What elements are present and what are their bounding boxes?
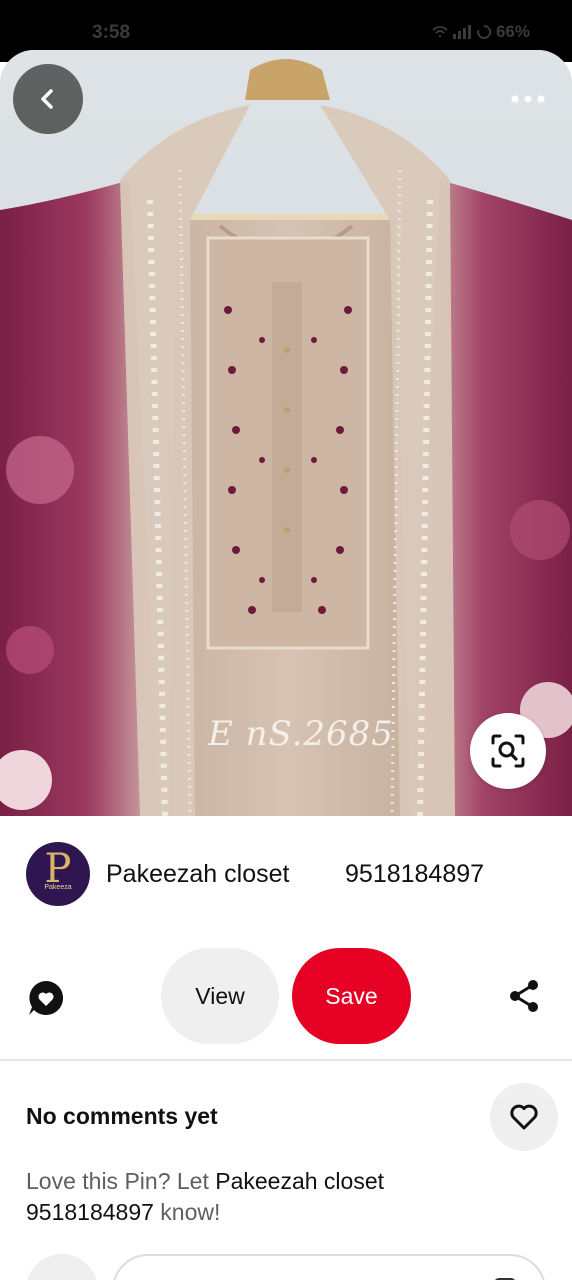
- battery-level: 66%: [495, 22, 530, 41]
- like-button[interactable]: [490, 1083, 558, 1151]
- comment-prompt-suffix: know!: [153, 1199, 221, 1225]
- wifi-icon: [432, 26, 448, 37]
- creator-name[interactable]: Pakeezah closet 9518184897: [106, 860, 484, 889]
- visual-search-icon: [491, 734, 525, 768]
- comment-bubble-icon: [29, 980, 64, 1015]
- battery-saver-icon: [477, 24, 492, 39]
- pin-actions: View Save: [0, 948, 572, 1044]
- save-button[interactable]: Save: [292, 948, 411, 1044]
- creator-row[interactable]: P Pakeeza Pakeezah closet 9518184897: [26, 842, 546, 906]
- pin-watermark: E nS.2685: [208, 714, 394, 754]
- signal-icon: [452, 25, 471, 39]
- comment-prompt: Love this Pin? Let Pakeezah closet 95181…: [26, 1166, 496, 1228]
- add-comment-input[interactable]: [112, 1254, 546, 1280]
- comment-button[interactable]: [26, 978, 66, 1018]
- view-button[interactable]: View: [161, 948, 279, 1044]
- share-button[interactable]: [506, 978, 542, 1019]
- status-time: 3:58: [92, 22, 131, 43]
- avatar-logo-word: Pakeeza: [44, 884, 72, 891]
- pin-image-artwork: [0, 50, 572, 816]
- more-horizontal-icon: [511, 95, 545, 103]
- comment-prompt-prefix: Love this Pin? Let: [26, 1168, 216, 1194]
- more-options-button[interactable]: [504, 82, 552, 116]
- pin-image[interactable]: E nS.2685: [0, 50, 572, 816]
- user-avatar: [26, 1254, 98, 1280]
- visual-search-button[interactable]: [470, 713, 546, 789]
- back-button[interactable]: [13, 64, 83, 134]
- divider: [0, 1059, 572, 1061]
- status-icons: 66%: [432, 22, 530, 42]
- chevron-left-icon: [41, 89, 53, 109]
- creator-avatar[interactable]: P Pakeeza: [26, 842, 90, 906]
- share-icon: [510, 980, 538, 1012]
- comments-title: No comments yet: [26, 1103, 218, 1129]
- heart-icon: [510, 1104, 538, 1130]
